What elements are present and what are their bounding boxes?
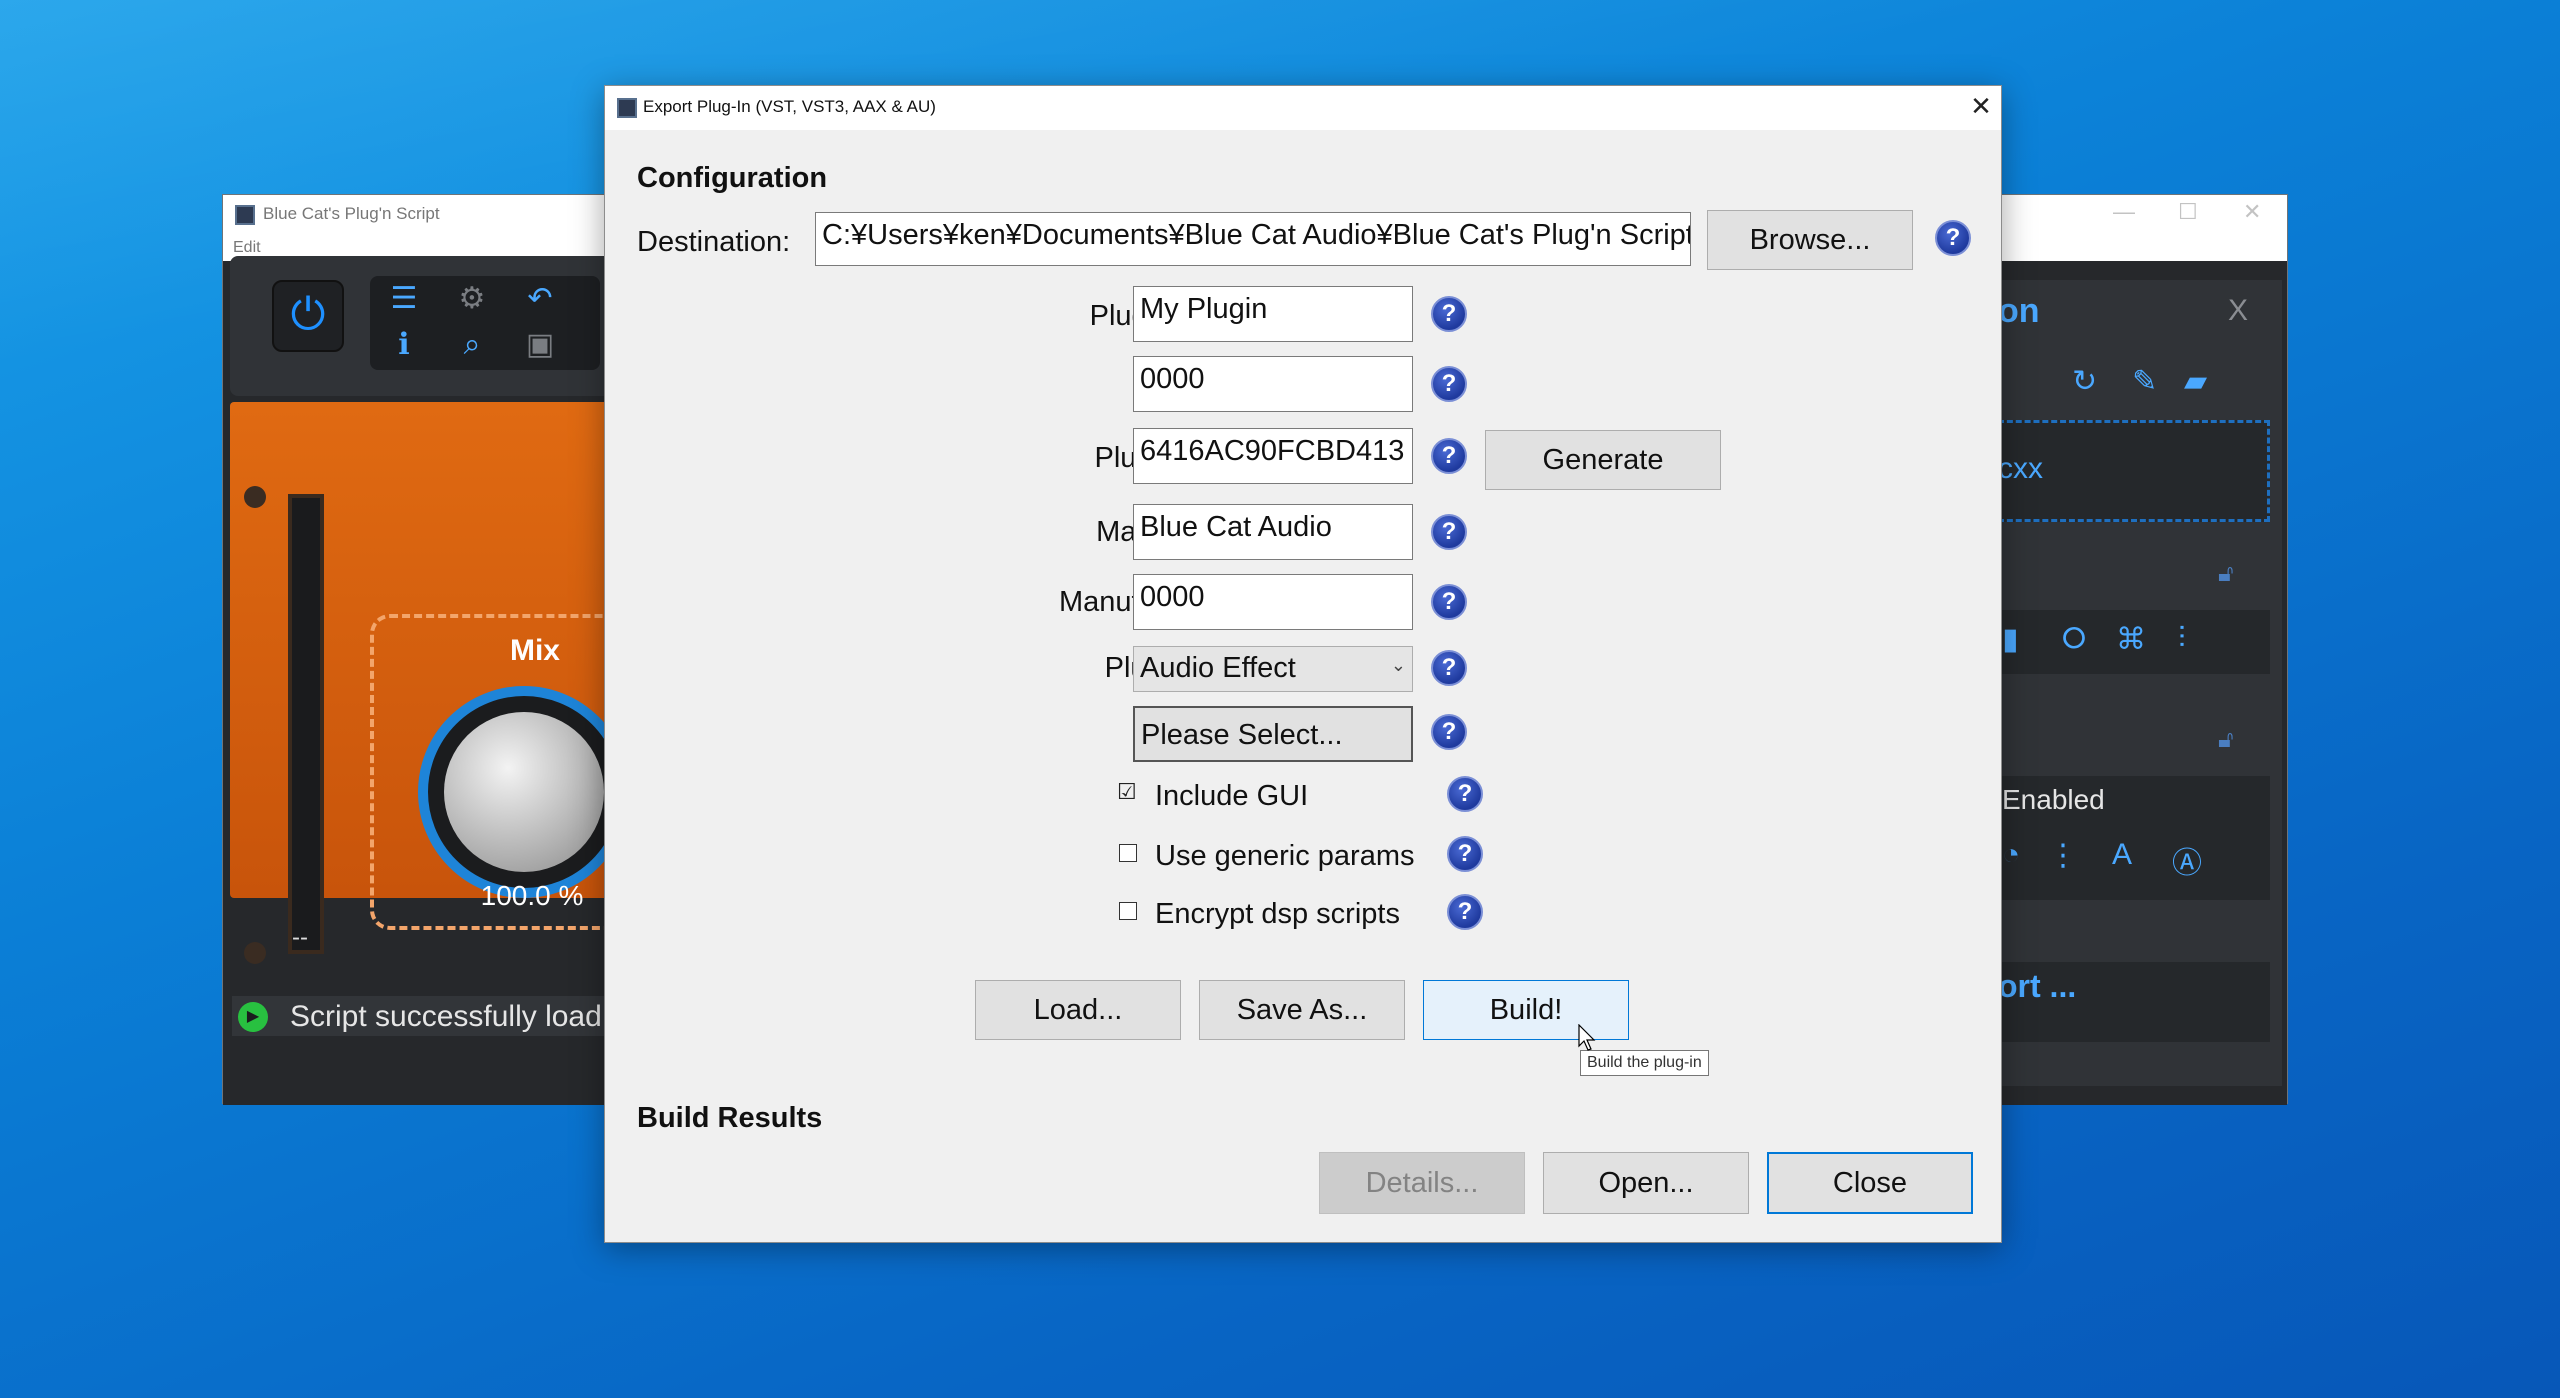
destination-label: Destination: <box>637 226 791 258</box>
level-meter <box>288 494 324 954</box>
search-icon[interactable]: ⌕ <box>444 324 500 366</box>
right-panel-title: on <box>1998 292 2040 330</box>
build-results-title: Build Results <box>637 1102 823 1134</box>
include-gui-checkbox[interactable]: ☑ <box>1117 781 1137 803</box>
help-icon[interactable]: ? <box>1431 584 1467 620</box>
help-icon[interactable]: ? <box>1431 714 1467 750</box>
app-icon <box>617 98 637 118</box>
chevron-down-icon: ⌄ <box>1390 655 1406 675</box>
encrypt-scripts-label[interactable]: Encrypt dsp scripts <box>1155 898 1400 931</box>
mix-knob[interactable] <box>444 712 604 872</box>
mouse-cursor-icon <box>1578 1024 1596 1051</box>
manufacturer-input[interactable]: Blue Cat Audio <box>1133 504 1413 560</box>
help-icon[interactable]: ? <box>1935 220 1971 256</box>
plugin-guid-input[interactable]: 6416AC90FCBD413 <box>1133 428 1413 484</box>
font-icon[interactable]: A <box>2112 838 2132 872</box>
font-style-icon[interactable]: Ⓐ <box>2172 838 2202 882</box>
help-icon[interactable]: ? <box>1431 514 1467 550</box>
help-icon[interactable]: ? <box>1431 438 1467 474</box>
status-text: Script successfully load <box>290 1000 602 1033</box>
details-button[interactable]: Details... <box>1319 1152 1525 1214</box>
screw-icon <box>244 486 266 508</box>
reload-icon[interactable]: ↻ <box>2072 364 2097 399</box>
settings-icon[interactable]: ⭘ <box>2062 622 2086 656</box>
dialog-title: Export Plug-In (VST, VST3, AAX & AU) <box>643 97 936 116</box>
plugin-id-input[interactable]: 0000 <box>1133 356 1413 412</box>
browse-button[interactable]: Browse... <box>1707 210 1913 270</box>
right-panel-close-button[interactable]: X <box>2228 294 2248 328</box>
help-icon[interactable]: ? <box>1447 776 1483 812</box>
palette-icon[interactable]: ◔ <box>2002 838 2020 872</box>
help-icon[interactable]: ? <box>1431 650 1467 686</box>
folder-icon[interactable]: ▰ <box>2184 364 2207 399</box>
layout-icon[interactable]: ⋮ <box>2048 838 2078 873</box>
dialog-titlebar[interactable]: Export Plug-In (VST, VST3, AAX & AU) ✕ <box>605 86 2001 130</box>
build-tooltip: Build the plug-in <box>1580 1050 1709 1076</box>
dialog-close-icon[interactable]: ✕ <box>1965 90 1997 122</box>
enabled-text: Enabled <box>2002 784 2105 815</box>
configuration-title: Configuration <box>637 162 828 194</box>
plugin-type-select[interactable]: Audio Effect ⌄ <box>1133 646 1413 692</box>
screw-icon <box>244 942 266 964</box>
help-icon[interactable]: ? <box>1447 836 1483 872</box>
generic-params-label[interactable]: Use generic params <box>1155 840 1415 873</box>
power-icon[interactable]: ⏻ <box>272 280 344 352</box>
lock-icon[interactable]: 🔓︎ <box>2218 726 2234 754</box>
build-button[interactable]: Build! <box>1423 980 1629 1040</box>
manufacturer-id-input[interactable]: 0000 <box>1133 574 1413 630</box>
open-button[interactable]: Open... <box>1543 1152 1749 1214</box>
export-button-label[interactable]: ort ... <box>1998 968 2076 1005</box>
include-gui-label[interactable]: Include GUI <box>1155 780 1308 813</box>
mix-value: 100.0 % <box>480 880 584 911</box>
lock-icon[interactable]: 🔓︎ <box>2218 560 2234 588</box>
load-button[interactable]: Load... <box>975 980 1181 1040</box>
help-icon[interactable]: ? <box>1431 296 1467 332</box>
mix-label: Mix <box>509 634 560 667</box>
info-icon[interactable]: ℹ <box>376 324 432 366</box>
close-button[interactable]: Close <box>1767 1152 1973 1214</box>
plugin-type-value: Audio Effect <box>1140 652 1296 684</box>
help-icon[interactable]: ? <box>1447 894 1483 930</box>
undo-icon[interactable]: ↶ <box>512 278 568 320</box>
meter-icon[interactable]: ⫶ <box>2178 622 2186 656</box>
snapshot-icon[interactable]: ▣ <box>512 324 568 366</box>
generic-params-checkbox[interactable] <box>1119 844 1137 862</box>
gear-icon[interactable]: ⚙ <box>444 278 500 320</box>
meter-label: -- <box>292 924 308 951</box>
script-file-name: cxx <box>1998 452 2043 485</box>
export-plugin-dialog[interactable]: Export Plug-In (VST, VST3, AAX & AU) ✕ C… <box>604 85 2002 1243</box>
help-icon[interactable]: ? <box>1431 366 1467 402</box>
menu-icon[interactable]: ☰ <box>376 278 432 320</box>
save-as-button[interactable]: Save As... <box>1199 980 1405 1040</box>
play-icon: ▶ <box>238 1002 268 1032</box>
encrypt-scripts-checkbox[interactable] <box>1119 902 1137 920</box>
destination-input[interactable]: C:¥Users¥ken¥Documents¥Blue Cat Audio¥Bl… <box>815 212 1691 266</box>
plugin-name-input[interactable]: My Plugin <box>1133 286 1413 342</box>
audio-io-button[interactable]: Please Select... <box>1133 706 1413 762</box>
generate-button[interactable]: Generate <box>1485 430 1721 490</box>
edit-icon[interactable]: ✎ <box>2132 364 2157 399</box>
route-icon[interactable]: ⌘ <box>2116 622 2146 657</box>
stop-icon[interactable]: ▮ <box>2002 622 2019 657</box>
